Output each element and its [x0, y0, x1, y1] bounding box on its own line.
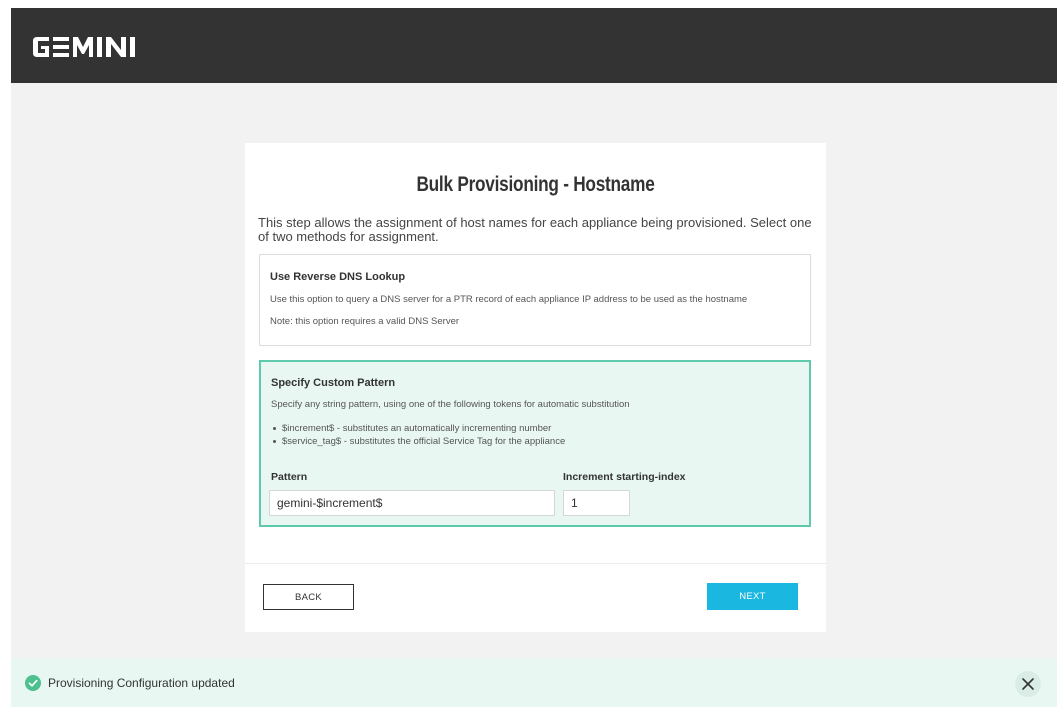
option-reverse-dns-note: Note: this option requires a valid DNS S…	[270, 316, 460, 327]
logo-wordmark	[33, 37, 135, 57]
option-reverse-dns-title: Use Reverse DNS Lookup	[270, 271, 406, 283]
token-service-tag-text: $service_tag$ - substitutes the official…	[282, 436, 566, 447]
bullet-icon	[273, 439, 276, 443]
app-frame: Bulk Provisioning - Hostname This step a…	[11, 8, 1057, 707]
option-custom-pattern-desc: Specify any string pattern, using one of…	[271, 399, 630, 410]
hostname-card: Bulk Provisioning - Hostname This step a…	[245, 143, 826, 632]
list-item: $increment$ - substitutes an automatical…	[271, 422, 565, 435]
bullet-icon	[273, 426, 276, 430]
page-description: This step allows the assignment of host …	[258, 215, 812, 244]
start-index-input[interactable]	[563, 490, 630, 516]
pattern-label: Pattern	[271, 471, 308, 483]
close-toast-button[interactable]	[1015, 671, 1041, 697]
footer-divider	[245, 563, 826, 564]
token-list: $increment$ - substitutes an automatical…	[271, 422, 565, 448]
index-label: Increment starting-index	[563, 471, 686, 483]
pattern-input[interactable]	[269, 490, 555, 516]
notification-toast: Provisioning Configuration updated	[11, 658, 1057, 707]
list-item: $service_tag$ - substitutes the official…	[271, 435, 565, 448]
back-button[interactable]: BACK	[263, 584, 354, 610]
next-button[interactable]: NEXT	[707, 583, 798, 610]
page-title: Bulk Provisioning - Hostname	[416, 173, 655, 196]
toast-message: Provisioning Configuration updated	[48, 676, 235, 690]
check-circle-icon	[25, 675, 41, 691]
gemini-logo[interactable]	[33, 37, 147, 57]
option-custom-pattern-title: Specify Custom Pattern	[271, 377, 396, 389]
token-increment-text: $increment$ - substitutes an automatical…	[282, 423, 552, 434]
option-custom-pattern[interactable]: Specify Custom Pattern Specify any strin…	[259, 360, 811, 527]
option-reverse-dns-desc: Use this option to query a DNS server fo…	[270, 294, 748, 305]
top-bar	[11, 8, 1057, 83]
close-icon	[1022, 678, 1034, 690]
option-reverse-dns[interactable]: Use Reverse DNS Lookup Use this option t…	[259, 254, 811, 346]
